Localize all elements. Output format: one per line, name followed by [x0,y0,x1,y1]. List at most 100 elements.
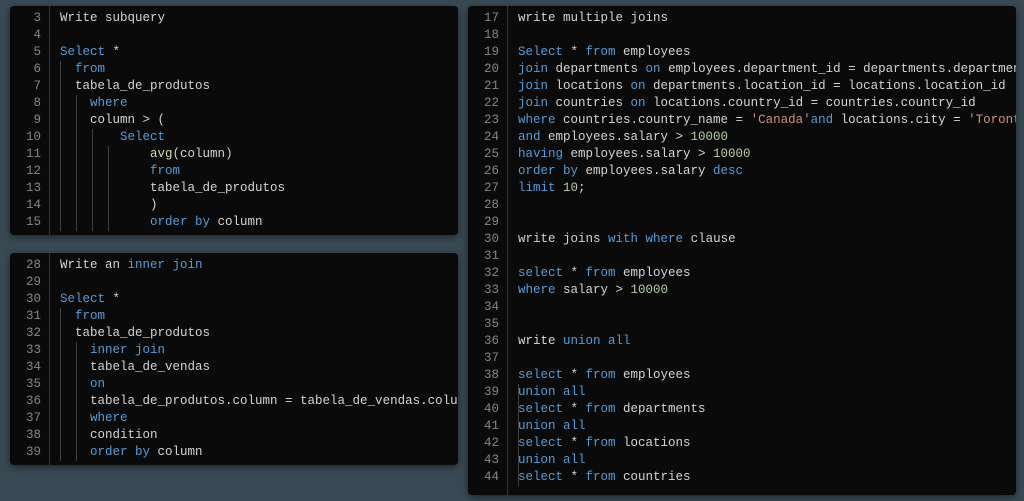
line-number: 33 [14,342,41,359]
code-line[interactable]: union all [508,418,1016,435]
code-token: countries [548,96,631,110]
code-token: 10000 [713,147,751,161]
line-number-gutter: 3456789101112131415 [10,6,50,235]
code-token: Write an [60,258,128,272]
code-line[interactable]: select * from locations [508,435,1016,452]
code-token: employees.department_id = departments.de… [661,62,1016,76]
code-line[interactable]: order by column [50,214,285,231]
line-number: 34 [14,359,41,376]
code-line[interactable]: condition [50,427,458,444]
code-token: where [518,113,556,127]
code-line[interactable]: avg(column) [50,146,285,163]
code-line[interactable]: where [50,95,285,112]
code-token: ) [225,147,233,161]
code-line[interactable] [508,214,1016,231]
code-token [60,343,90,357]
code-line[interactable]: Write an inner join [50,257,458,274]
code-line[interactable]: Write subquery [50,10,285,27]
code-token: select [518,470,563,484]
code-line[interactable]: from [50,61,285,78]
code-token: union all [518,453,586,467]
code-token: * [563,470,586,484]
code-area[interactable]: Write subquery Select * from tabela_de_p… [50,6,285,235]
code-line[interactable] [508,27,1016,44]
code-line[interactable]: tabela_de_produtos [50,325,458,342]
code-line[interactable]: inner join [50,342,458,359]
code-line[interactable]: join departments on employees.department… [508,61,1016,78]
code-line[interactable]: tabela_de_produtos.column = tabela_de_ve… [50,393,458,410]
code-line[interactable]: select * from employees [508,367,1016,384]
code-line[interactable]: select * from departments [508,401,1016,418]
code-line[interactable] [50,274,458,291]
code-line[interactable]: Select * from employees [508,44,1016,61]
code-line[interactable]: on [50,376,458,393]
code-line[interactable]: tabela_de_vendas [50,359,458,376]
code-line[interactable]: write union all [508,333,1016,350]
code-line[interactable]: Select [50,129,285,146]
code-line[interactable]: join countries on locations.country_id =… [508,95,1016,112]
code-token [60,377,90,391]
code-token [60,79,75,93]
code-token: locations.country_id = countries.country… [646,96,976,110]
code-line[interactable]: from [50,308,458,325]
line-number: 23 [472,112,499,129]
code-token: where [646,232,684,246]
code-line[interactable]: select * from employees [508,265,1016,282]
code-line[interactable]: tabela_de_produtos [50,180,285,197]
line-number: 29 [472,214,499,231]
code-token: join [518,96,548,110]
line-number: 13 [14,180,41,197]
line-number: 9 [14,112,41,129]
code-line[interactable]: column > ( [50,112,285,129]
code-line[interactable] [508,248,1016,265]
code-area[interactable]: Write an inner join Select * from tabela… [50,253,458,465]
code-area[interactable]: write multiple joins Select * from emplo… [508,6,1016,495]
code-editor-right[interactable]: 1718192021222324252627282930313233343536… [468,6,1016,495]
code-line[interactable] [50,27,285,44]
code-line[interactable]: where countries.country_name = 'Canada'a… [508,112,1016,129]
code-token: employees [616,45,691,59]
code-line[interactable]: order by column [50,444,458,461]
line-number: 43 [472,452,499,469]
code-line[interactable]: tabela_de_produtos [50,78,285,95]
code-line[interactable]: write multiple joins [508,10,1016,27]
code-line[interactable]: and employees.salary > 10000 [508,129,1016,146]
code-token: countries [616,470,691,484]
code-token: departments [548,62,646,76]
line-number: 35 [14,376,41,393]
code-line[interactable] [508,350,1016,367]
code-line[interactable]: from [50,163,285,180]
code-token: tabela_de_produtos [150,181,285,195]
code-token: where [90,411,128,425]
code-editor-left-bottom[interactable]: 282930313233343536373839Write an inner j… [10,253,458,465]
code-line[interactable] [508,197,1016,214]
code-line[interactable]: write joins with where clause [508,231,1016,248]
code-line[interactable] [508,316,1016,333]
code-line[interactable]: Select * [50,44,285,61]
code-token: locations [616,436,691,450]
line-number: 14 [14,197,41,214]
code-line[interactable]: having employees.salary > 10000 [508,146,1016,163]
code-line[interactable]: ) [50,197,285,214]
code-token: column > ( [90,113,165,127]
code-line[interactable]: where [50,410,458,427]
code-line[interactable]: order by employees.salary desc [508,163,1016,180]
code-line[interactable]: union all [508,384,1016,401]
code-token: from [150,164,180,178]
code-line[interactable]: where salary > 10000 [508,282,1016,299]
line-number: 38 [472,367,499,384]
code-token: from [586,470,616,484]
code-token: * [563,402,586,416]
code-line[interactable]: limit 10; [508,180,1016,197]
code-line[interactable] [508,299,1016,316]
code-line[interactable]: union all [508,452,1016,469]
code-line[interactable]: join locations on departments.location_i… [508,78,1016,95]
code-editor-left-top[interactable]: 3456789101112131415Write subquery Select… [10,6,458,235]
code-token: union all [563,334,631,348]
line-number: 40 [472,401,499,418]
code-token: on [90,377,105,391]
code-line[interactable]: Select * [50,291,458,308]
code-line[interactable]: select * from countries [508,469,1016,486]
line-number: 38 [14,427,41,444]
line-number: 36 [472,333,499,350]
